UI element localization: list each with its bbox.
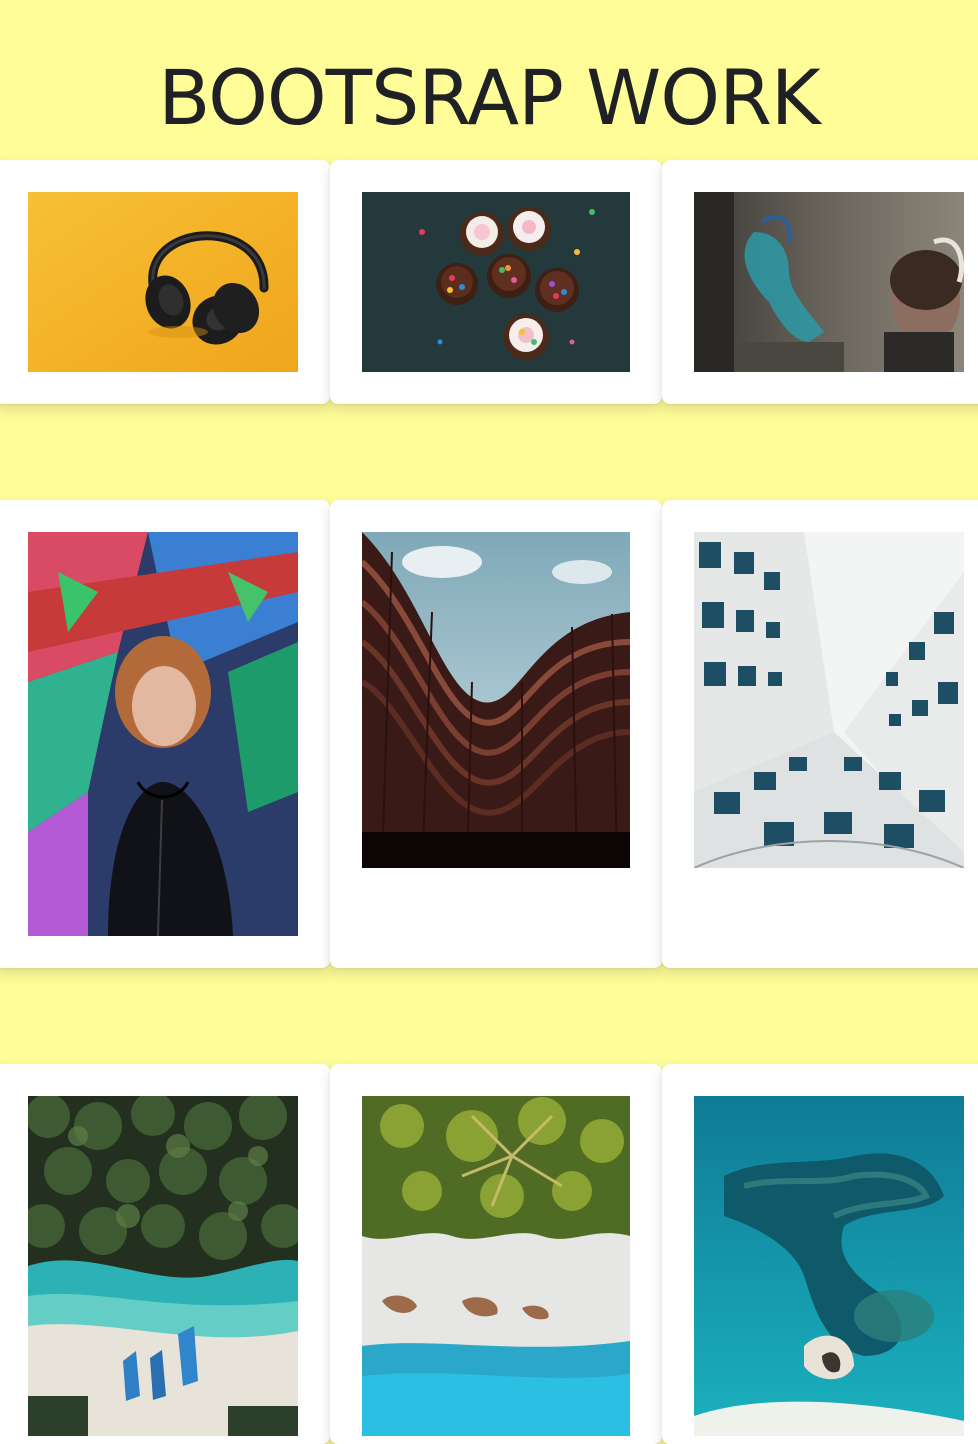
page-title: BOOTSRAP WORK <box>158 53 820 142</box>
gallery-card[interactable] <box>0 160 330 404</box>
palm-beach-boats-photo[interactable] <box>28 1096 298 1436</box>
white-tower-facade-photo[interactable] <box>694 532 964 868</box>
gallery-card[interactable] <box>0 500 330 968</box>
graffiti-portrait-photo[interactable] <box>28 532 298 936</box>
gallery-card[interactable] <box>0 1064 330 1444</box>
cupcakes-photo[interactable] <box>362 192 630 372</box>
forest-shoreline-photo[interactable] <box>362 1096 630 1436</box>
gallery-card[interactable] <box>330 1064 662 1444</box>
gallery-card[interactable] <box>330 500 662 968</box>
gallery-card[interactable] <box>330 160 662 404</box>
gallery-card[interactable] <box>662 160 978 404</box>
aerial-reef-photo[interactable] <box>694 1096 964 1436</box>
street-art-woman-photo[interactable] <box>694 192 964 372</box>
gallery-card[interactable] <box>662 500 978 968</box>
gallery-card[interactable] <box>662 1064 978 1444</box>
curved-building-photo[interactable] <box>362 532 630 868</box>
headphones-photo[interactable] <box>28 192 298 372</box>
